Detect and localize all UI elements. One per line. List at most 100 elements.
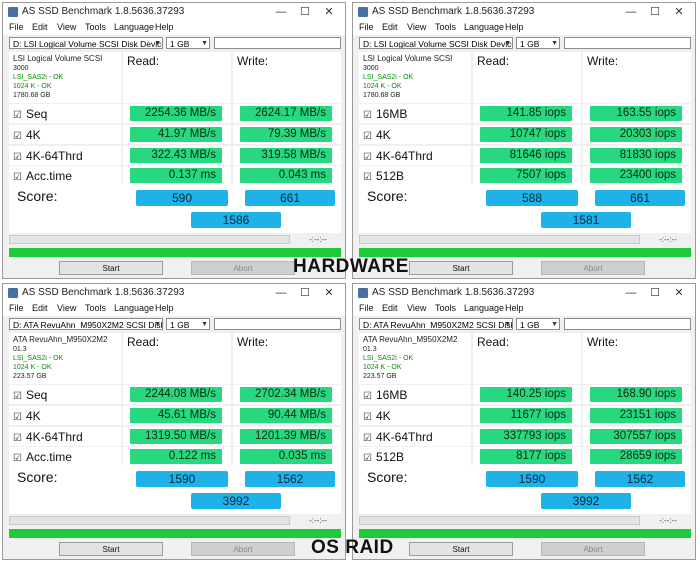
menu-item[interactable]: File (9, 22, 24, 32)
test-row: ☑ 512B (359, 447, 471, 466)
text-field[interactable] (214, 318, 341, 330)
close-button[interactable]: ✕ (669, 286, 689, 300)
drive-select-value: D: ATA RevuAhn_M950X2M2 SCSI Disk D (13, 320, 163, 330)
menu-item[interactable]: Language (464, 303, 504, 313)
drive-info: LSI Logical Volume SCSI 3000 LSI_SAS2i - O… (359, 52, 471, 103)
checkbox-icon[interactable]: ☑ (13, 152, 22, 163)
menu-item[interactable]: File (359, 22, 374, 32)
checkbox-icon[interactable]: ☑ (13, 131, 22, 142)
start-button[interactable]: Start (59, 542, 163, 556)
menu-item[interactable]: File (359, 303, 374, 313)
drive-select[interactable]: D: LSI Logical Volume SCSI Disk Device ▼ (359, 37, 513, 49)
size-select[interactable]: 1 GB ▼ (516, 37, 560, 49)
checkbox-icon[interactable]: ☑ (13, 172, 22, 183)
title-bar[interactable]: AS SSD Benchmark 1.8.5636.37293 — ☐ ✕ (353, 284, 695, 302)
title-bar[interactable]: AS SSD Benchmark 1.8.5636.37293 — ☐ ✕ (3, 3, 345, 21)
test-label[interactable]: ☑ Acc.time (13, 169, 72, 183)
menu-item[interactable]: Help (505, 303, 524, 313)
read-cell: 0.137 ms (123, 166, 231, 185)
checkbox-icon[interactable]: ☑ (363, 131, 372, 142)
test-label[interactable]: ☑ 4K-64Thrd (363, 149, 433, 163)
test-label[interactable]: ☑ Seq (13, 388, 47, 402)
menu-item[interactable]: Help (155, 22, 174, 32)
abort-button[interactable]: Abort (541, 542, 645, 556)
minimize-button[interactable]: — (621, 286, 641, 300)
abort-button[interactable]: Abort (191, 542, 295, 556)
menu-item[interactable]: Help (505, 22, 524, 32)
abort-button[interactable]: Abort (191, 261, 295, 275)
menu-item[interactable]: Tools (435, 22, 456, 32)
menu-item[interactable]: Language (464, 22, 504, 32)
size-select[interactable]: 1 GB ▼ (166, 37, 210, 49)
menu-item[interactable]: View (407, 22, 426, 32)
menu-item[interactable]: Edit (382, 303, 398, 313)
test-label[interactable]: ☑ 512B (363, 450, 404, 464)
drive-select[interactable]: D: LSI Logical Volume SCSI Disk Device ▼ (9, 37, 163, 49)
menu-item[interactable]: View (57, 303, 76, 313)
close-button[interactable]: ✕ (669, 5, 689, 19)
drive-select-value: D: ATA RevuAhn_M950X2M2 SCSI Disk D (363, 320, 513, 330)
test-label[interactable]: ☑ Seq (13, 107, 47, 121)
menu-item[interactable]: Help (155, 303, 174, 313)
start-button[interactable]: Start (409, 261, 513, 275)
checkbox-icon[interactable]: ☑ (363, 391, 372, 402)
title-bar[interactable]: AS SSD Benchmark 1.8.5636.37293 — ☐ ✕ (3, 284, 345, 302)
maximize-button[interactable]: ☐ (295, 5, 315, 19)
menu-item[interactable]: Edit (382, 22, 398, 32)
test-label[interactable]: ☑ 4K (363, 128, 391, 142)
checkbox-icon[interactable]: ☑ (13, 110, 22, 121)
checkbox-icon[interactable]: ☑ (363, 412, 372, 423)
start-button[interactable]: Start (59, 261, 163, 275)
menu-item[interactable]: File (9, 303, 24, 313)
title-bar[interactable]: AS SSD Benchmark 1.8.5636.37293 — ☐ ✕ (353, 3, 695, 21)
drive-select[interactable]: D: ATA RevuAhn_M950X2M2 SCSI Disk D ▼ (359, 318, 513, 330)
menu-item[interactable]: Language (114, 303, 154, 313)
test-label[interactable]: ☑ 4K (13, 409, 41, 423)
text-field[interactable] (564, 37, 691, 49)
maximize-button[interactable]: ☐ (645, 5, 665, 19)
checkbox-icon[interactable]: ☑ (13, 453, 22, 464)
menu-item[interactable]: Tools (435, 303, 456, 313)
drive-select[interactable]: D: ATA RevuAhn_M950X2M2 SCSI Disk D ▼ (9, 318, 163, 330)
size-select[interactable]: 1 GB ▼ (166, 318, 210, 330)
checkbox-icon[interactable]: ☑ (363, 152, 372, 163)
checkbox-icon[interactable]: ☑ (363, 433, 372, 444)
maximize-button[interactable]: ☐ (295, 286, 315, 300)
test-label[interactable]: ☑ 512B (363, 169, 404, 183)
minimize-button[interactable]: — (271, 5, 291, 19)
checkbox-icon[interactable]: ☑ (13, 391, 22, 402)
test-label[interactable]: ☑ 4K-64Thrd (363, 430, 433, 444)
menu-item[interactable]: Tools (85, 303, 106, 313)
test-label[interactable]: ☑ 16MB (363, 388, 407, 402)
checkbox-icon[interactable]: ☑ (13, 412, 22, 423)
checkbox-icon[interactable]: ☑ (363, 110, 372, 121)
maximize-button[interactable]: ☐ (645, 286, 665, 300)
checkbox-icon[interactable]: ☑ (363, 453, 372, 464)
abort-button[interactable]: Abort (541, 261, 645, 275)
alignment-status: 1024 K - OK (363, 83, 402, 90)
text-field[interactable] (214, 37, 341, 49)
start-button[interactable]: Start (409, 542, 513, 556)
test-label[interactable]: ☑ 4K (363, 409, 391, 423)
minimize-button[interactable]: — (271, 286, 291, 300)
test-label[interactable]: ☑ 4K-64Thrd (13, 430, 83, 444)
close-button[interactable]: ✕ (319, 5, 339, 19)
drive-select-value: D: LSI Logical Volume SCSI Disk Device (13, 39, 163, 49)
menu-item[interactable]: View (407, 303, 426, 313)
read-value: 2254.36 MB/s (130, 106, 222, 121)
checkbox-icon[interactable]: ☑ (363, 172, 372, 183)
test-label[interactable]: ☑ 4K-64Thrd (13, 149, 83, 163)
menu-item[interactable]: Edit (32, 22, 48, 32)
size-select[interactable]: 1 GB ▼ (516, 318, 560, 330)
test-label[interactable]: ☑ 16MB (363, 107, 407, 121)
minimize-button[interactable]: — (621, 5, 641, 19)
menu-item[interactable]: Tools (85, 22, 106, 32)
test-label[interactable]: ☑ 4K (13, 128, 41, 142)
close-button[interactable]: ✕ (319, 286, 339, 300)
test-label[interactable]: ☑ Acc.time (13, 450, 72, 464)
text-field[interactable] (564, 318, 691, 330)
checkbox-icon[interactable]: ☑ (13, 433, 22, 444)
menu-item[interactable]: View (57, 22, 76, 32)
menu-item[interactable]: Language (114, 22, 154, 32)
menu-item[interactable]: Edit (32, 303, 48, 313)
